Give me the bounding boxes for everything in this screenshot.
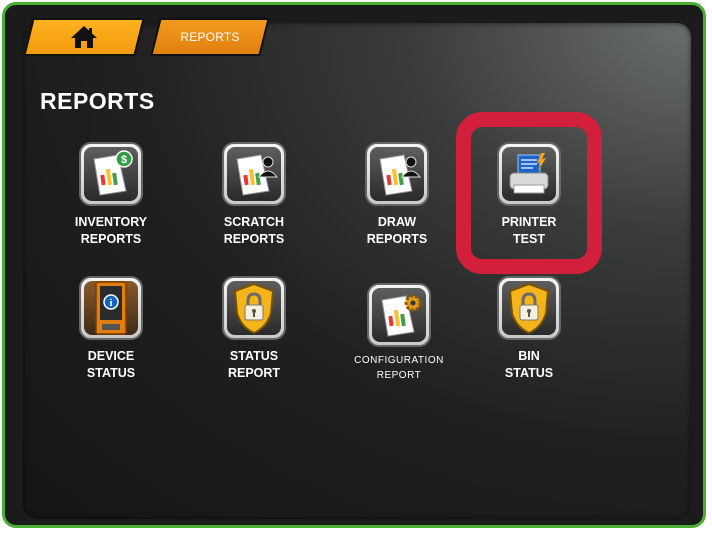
scratch-reports-label-2: REPORTS bbox=[223, 232, 285, 246]
tab-reports-label: REPORTS bbox=[180, 30, 240, 44]
vending-machine-icon: i bbox=[95, 281, 127, 335]
report-user-icon bbox=[379, 154, 422, 196]
report-user-icon bbox=[236, 154, 279, 196]
home-icon bbox=[71, 26, 97, 48]
draw-reports-label-2: REPORTS bbox=[366, 232, 428, 246]
draw-reports-tile bbox=[365, 142, 429, 206]
configuration-report-label-1: CONFIGURATION bbox=[354, 355, 444, 366]
svg-text:$: $ bbox=[121, 154, 127, 166]
scratch-reports-tile bbox=[222, 142, 286, 206]
bin-status-label-2: STATUS bbox=[504, 366, 554, 380]
highlight-box bbox=[456, 112, 602, 274]
lock-shield-icon bbox=[233, 282, 275, 335]
scratch-reports-label-1: SCRATCH bbox=[223, 215, 285, 229]
bin-status-button[interactable]: BIN STATUS bbox=[469, 276, 589, 382]
report-gear-icon bbox=[381, 294, 422, 337]
inventory-reports-label-2: REPORTS bbox=[80, 232, 142, 246]
page-title: REPORTS bbox=[40, 88, 155, 114]
device-status-tile: i bbox=[79, 276, 143, 340]
inventory-reports-tile: $ bbox=[79, 142, 143, 206]
inventory-reports-button[interactable]: $ INVENTORY REPORTS bbox=[51, 142, 171, 248]
device-frame bbox=[2, 2, 706, 528]
bin-status-tile bbox=[497, 276, 561, 340]
device-status-label-1: DEVICE bbox=[87, 349, 135, 363]
svg-text:i: i bbox=[110, 298, 113, 309]
bin-status-label-1: BIN bbox=[518, 349, 540, 363]
configuration-report-button[interactable]: CONFIGURATION REPORT bbox=[339, 283, 459, 383]
home-tab[interactable] bbox=[23, 18, 145, 56]
status-report-label-2: REPORT bbox=[227, 366, 281, 380]
device-status-button[interactable]: i DEVICE STATUS bbox=[51, 276, 171, 382]
draw-reports-button[interactable]: DRAW REPORTS bbox=[337, 142, 457, 248]
inventory-reports-label-1: INVENTORY bbox=[74, 215, 148, 229]
tab-reports[interactable]: REPORTS bbox=[150, 18, 270, 56]
status-report-label-1: STATUS bbox=[229, 349, 279, 363]
configuration-report-tile bbox=[367, 283, 431, 347]
lock-shield-icon bbox=[508, 282, 550, 335]
report-dollar-icon: $ bbox=[93, 150, 133, 196]
status-report-button[interactable]: STATUS REPORT bbox=[194, 276, 314, 382]
status-report-tile bbox=[222, 276, 286, 340]
scratch-reports-button[interactable]: SCRATCH REPORTS bbox=[194, 142, 314, 248]
device-status-label-2: STATUS bbox=[86, 366, 136, 380]
configuration-report-label-2: REPORT bbox=[376, 370, 422, 381]
draw-reports-label-1: DRAW bbox=[377, 215, 417, 229]
